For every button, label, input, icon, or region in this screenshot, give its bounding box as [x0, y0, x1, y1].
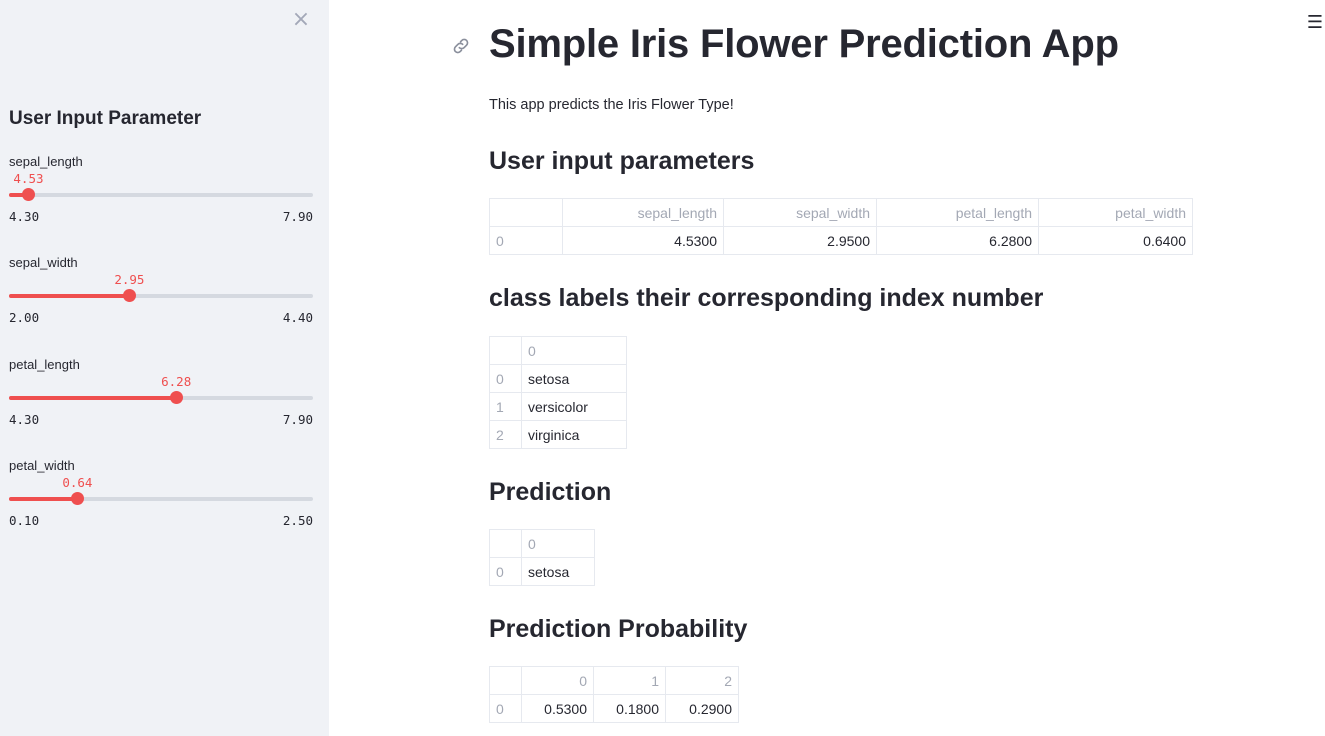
row-index: 0	[489, 694, 522, 723]
slider-label: petal_width	[9, 458, 75, 473]
column-header: 0	[521, 666, 594, 695]
slider-label: sepal_width	[9, 255, 78, 270]
index-header	[489, 336, 522, 365]
prediction-probability-heading: Prediction Probability	[489, 615, 748, 643]
table-cell: virginica	[521, 420, 627, 449]
slider-fill	[9, 497, 78, 501]
prediction-table: 0 0 setosa	[489, 529, 595, 586]
slider-min: 4.30	[9, 209, 40, 224]
slider-track[interactable]	[9, 289, 313, 302]
slider-sepal-width[interactable]: sepal_width 2.95 2.00 4.40	[9, 255, 313, 335]
slider-value: 0.64	[62, 475, 93, 490]
close-sidebar-icon[interactable]: ×	[291, 9, 311, 31]
row-index: 0	[489, 557, 522, 586]
column-header: 0	[521, 529, 595, 558]
slider-thumb[interactable]	[170, 391, 184, 404]
slider-label: sepal_length	[9, 154, 83, 169]
table-cell: 0.1800	[593, 694, 666, 723]
column-header: 0	[521, 336, 627, 365]
slider-thumb[interactable]	[123, 289, 137, 302]
table-row: 0 0.5300 0.1800 0.2900	[489, 694, 739, 723]
table-row: 0 setosa	[489, 557, 595, 586]
intro-text: This app predicts the Iris Flower Type!	[489, 97, 734, 113]
column-header: sepal_width	[723, 198, 877, 227]
slider-min: 2.00	[9, 310, 40, 325]
slider-value: 2.95	[114, 272, 145, 287]
index-header	[489, 198, 563, 227]
slider-track[interactable]	[9, 391, 313, 404]
table-row: 0 4.5300 2.9500 6.2800 0.6400	[489, 226, 1193, 255]
main-content: ☰ Simple Iris Flower Prediction App This…	[329, 0, 1325, 736]
table-row: 1 versicolor	[489, 392, 627, 421]
prediction-probability-table: 0 1 2 0 0.5300 0.1800 0.2900	[489, 666, 739, 723]
slider-value: 4.53	[13, 171, 44, 186]
slider-label: petal_length	[9, 357, 80, 372]
slider-track[interactable]	[9, 188, 313, 201]
column-header: 2	[665, 666, 739, 695]
index-header	[489, 529, 522, 558]
link-icon[interactable]	[451, 36, 471, 56]
row-index: 1	[489, 392, 522, 421]
slider-thumb[interactable]	[71, 492, 85, 505]
row-index: 0	[489, 364, 522, 393]
table-cell: 4.5300	[562, 226, 724, 255]
slider-min: 0.10	[9, 513, 40, 528]
slider-max: 7.90	[282, 412, 313, 427]
column-header: petal_length	[876, 198, 1039, 227]
table-cell: 0.6400	[1038, 226, 1193, 255]
prediction-heading: Prediction	[489, 478, 612, 506]
row-index: 2	[489, 420, 522, 449]
slider-fill	[9, 294, 130, 298]
slider-petal-length[interactable]: petal_length 6.28 4.30 7.90	[9, 357, 313, 437]
column-header: 1	[593, 666, 666, 695]
table-cell: 0.5300	[521, 694, 594, 723]
row-index: 0	[489, 226, 563, 255]
table-cell: setosa	[521, 364, 627, 393]
index-header	[489, 666, 522, 695]
input-parameters-table: sepal_length sepal_width petal_length pe…	[489, 198, 1193, 255]
page-title: Simple Iris Flower Prediction App	[489, 22, 1119, 66]
slider-max: 4.40	[282, 310, 313, 325]
hamburger-menu-icon[interactable]: ☰	[1307, 12, 1323, 33]
table-row: 2 virginica	[489, 420, 627, 449]
input-parameters-heading: User input parameters	[489, 147, 755, 175]
table-row: 0 setosa	[489, 364, 627, 393]
table-cell: setosa	[521, 557, 595, 586]
slider-thumb[interactable]	[22, 188, 36, 201]
class-labels-table: 0 0 setosa 1 versicolor 2 virginica	[489, 336, 627, 449]
column-header: sepal_length	[562, 198, 724, 227]
sidebar: × User Input Parameter sepal_length 4.53…	[0, 0, 329, 736]
slider-max: 7.90	[282, 209, 313, 224]
table-header-row: 0	[489, 336, 627, 365]
class-labels-heading: class labels their corresponding index n…	[489, 284, 1044, 312]
slider-fill	[9, 396, 177, 400]
table-header-row: 0	[489, 529, 595, 558]
table-cell: versicolor	[521, 392, 627, 421]
table-header-row: 0 1 2	[489, 666, 739, 695]
table-header-row: sepal_length sepal_width petal_length pe…	[489, 198, 1193, 227]
column-header: petal_width	[1038, 198, 1193, 227]
sidebar-title: User Input Parameter	[9, 108, 202, 129]
table-cell: 6.2800	[876, 226, 1039, 255]
slider-max: 2.50	[282, 513, 313, 528]
table-cell: 0.2900	[665, 694, 739, 723]
slider-value: 6.28	[161, 374, 192, 389]
slider-petal-width[interactable]: petal_width 0.64 0.10 2.50	[9, 458, 313, 538]
slider-sepal-length[interactable]: sepal_length 4.53 4.30 7.90	[9, 154, 313, 234]
slider-min: 4.30	[9, 412, 40, 427]
slider-track[interactable]	[9, 492, 313, 505]
table-cell: 2.9500	[723, 226, 877, 255]
